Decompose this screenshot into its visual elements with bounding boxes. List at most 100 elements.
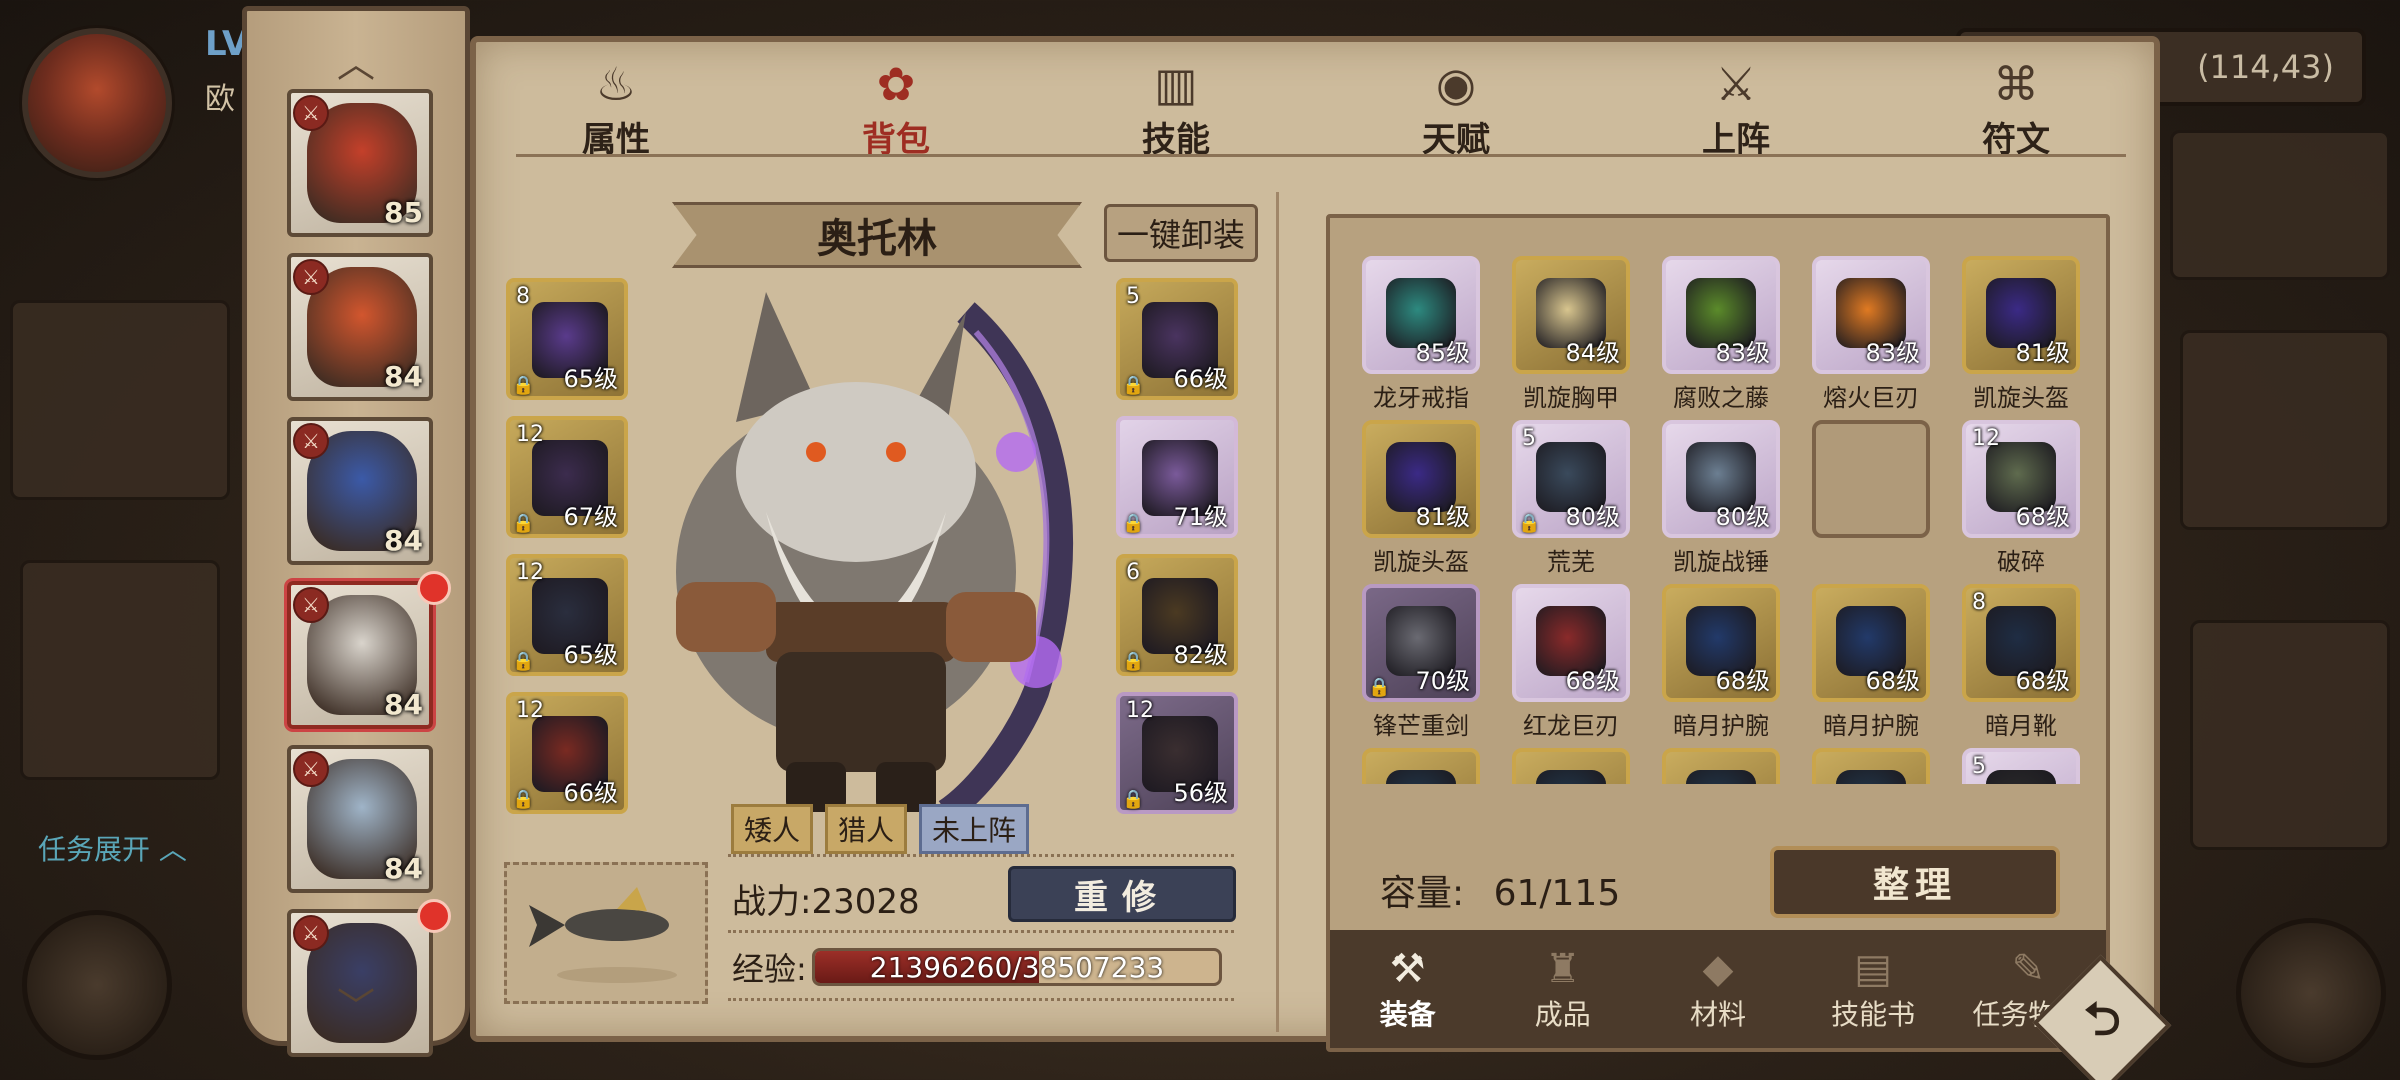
- inventory-cell[interactable]: 84级 凯旋胸甲: [1512, 256, 1630, 413]
- quest-expand-toggle[interactable]: 任务展开 ︿: [38, 828, 187, 868]
- tab-rune[interactable]: ⌘ 符文: [1916, 56, 2116, 166]
- tab-backpack[interactable]: ✿ 背包: [796, 56, 996, 166]
- tab-eye[interactable]: ◉ 天赋: [1356, 56, 1556, 166]
- inventory-cell[interactable]: 68级 暗月护腕: [1812, 584, 1930, 741]
- inventory-tab[interactable]: ♜ 成品: [1488, 945, 1638, 1033]
- inventory-item-icon: [1986, 770, 2056, 784]
- inventory-cell[interactable]: 81级 凯旋头盔: [1962, 256, 2080, 413]
- item-level: 65级: [563, 365, 618, 393]
- tab-flame[interactable]: ♨ 属性: [516, 56, 716, 166]
- scroll-down-icon[interactable]: ﹀: [247, 976, 465, 1031]
- item-level: 68级: [1865, 667, 1920, 695]
- inventory-cell[interactable]: 5 80级 🔒 荒芜: [1512, 420, 1630, 577]
- lock-icon: 🔒: [1518, 513, 1541, 534]
- item-count: 8: [1972, 590, 1986, 615]
- equipment-slot[interactable]: 12 67级 🔒: [506, 416, 628, 538]
- item-level: 68级: [2015, 503, 2070, 531]
- inventory-cell[interactable]: 68级 红龙巨刃: [1512, 584, 1630, 741]
- equipment-slot[interactable]: 12 65级 🔒: [506, 554, 628, 676]
- inventory-grid[interactable]: 85级 龙牙戒指 84级 凯旋胸甲 83级腐败之藤 83级 熔火巨刃 81级 凯旋头盔 81级 凯旋…: [1362, 256, 2092, 784]
- equipment-slot[interactable]: 12 66级 🔒: [506, 692, 628, 814]
- item-level: 68级: [1565, 667, 1620, 695]
- item-level: 66级: [563, 779, 618, 807]
- hero-card[interactable]: ⚔ 84: [287, 417, 433, 565]
- inventory-item[interactable]: 83级: [1812, 256, 1930, 374]
- inventory-cell[interactable]: [1812, 748, 1930, 784]
- item-level: 81级: [2015, 339, 2070, 367]
- inventory-tab[interactable]: ▤ 技能书: [1798, 945, 1948, 1033]
- town-button[interactable]: [2236, 918, 2386, 1068]
- inventory-item[interactable]: 68级: [1662, 584, 1780, 702]
- tab-book[interactable]: ▥ 技能: [1076, 56, 1276, 166]
- lock-icon: 🔒: [1368, 677, 1391, 698]
- inventory-cell[interactable]: [1662, 748, 1780, 784]
- inventory-cell[interactable]: 83级腐败之藤: [1662, 256, 1780, 413]
- inventory-item[interactable]: 68级: [1512, 584, 1630, 702]
- panel-divider: [1276, 192, 1279, 1032]
- inventory-item[interactable]: [1812, 420, 1930, 538]
- eye-icon: ◉: [1435, 57, 1477, 111]
- inventory-item-icon: [1836, 770, 1906, 784]
- item-level: 81级: [1415, 503, 1470, 531]
- tab-crossed-swords[interactable]: ⚔ 上阵: [1636, 56, 1836, 166]
- inventory-cell[interactable]: 5🔒: [1962, 748, 2080, 784]
- equipment-slot[interactable]: 8 65级 🔒: [506, 278, 628, 400]
- inventory-item[interactable]: 83级: [1662, 256, 1780, 374]
- inventory-item[interactable]: [1362, 748, 1480, 784]
- hero-roster[interactable]: ︿ ⚔ 85 ⚔ 84 ⚔ 84 ⚔ 84 ⚔ 84 ⚔ ﹀: [242, 6, 470, 1057]
- hammer-icon: ⚒: [1389, 946, 1426, 992]
- inventory-item[interactable]: 70级 🔒: [1362, 584, 1480, 702]
- inventory-item[interactable]: 8 68级: [1962, 584, 2080, 702]
- quest-toggle-label: 任务展开: [38, 833, 151, 866]
- inventory-cell[interactable]: 81级 凯旋头盔: [1362, 420, 1480, 577]
- inventory-cell[interactable]: [1362, 748, 1480, 784]
- hero-card[interactable]: ⚔ 84: [287, 581, 433, 729]
- inventory-item[interactable]: 81级: [1962, 256, 2080, 374]
- inventory-cell[interactable]: 68级 暗月护腕: [1662, 584, 1780, 741]
- item-name: 腐败之藤: [1673, 384, 1769, 412]
- hero-card[interactable]: ⚔ 84: [287, 745, 433, 893]
- exp-text: 21396260/38507233: [869, 950, 1165, 984]
- inventory-cell[interactable]: 83级 熔火巨刃: [1812, 256, 1930, 413]
- item-level: 66级: [1173, 365, 1228, 393]
- inventory-cell[interactable]: 12 68级 破碎: [1962, 420, 2080, 577]
- inventory-tab[interactable]: ◆ 材料: [1643, 945, 1793, 1033]
- item-count: 12: [516, 422, 544, 447]
- map-button[interactable]: [22, 910, 172, 1060]
- inventory-cell[interactable]: 85级 龙牙戒指: [1362, 256, 1480, 413]
- inventory-cell[interactable]: 8 68级 暗月靴: [1962, 584, 2080, 741]
- item-level: 84级: [1565, 339, 1620, 367]
- notification-dot: [417, 571, 451, 605]
- inventory-item[interactable]: [1662, 748, 1780, 784]
- inventory-item[interactable]: 68级: [1812, 584, 1930, 702]
- reforge-button[interactable]: 重修: [1008, 866, 1236, 922]
- coordinates-text: (114,43): [2197, 48, 2334, 86]
- stat-rule-mid: [728, 930, 1234, 933]
- scroll-up-icon[interactable]: ︿: [247, 33, 465, 88]
- inventory-item-icon: [1536, 770, 1606, 784]
- hero-level: 84: [384, 852, 423, 885]
- inventory-item[interactable]: 80级: [1662, 420, 1780, 538]
- inventory-cell[interactable]: 70级 🔒 锋芒重剑: [1362, 584, 1480, 741]
- inventory-capacity: 容量: 61/115: [1380, 864, 1620, 916]
- inventory-item[interactable]: 84级: [1512, 256, 1630, 374]
- hero-card[interactable]: ⚔ 85: [287, 89, 433, 237]
- inventory-cell[interactable]: [1512, 748, 1630, 784]
- inventory-cell[interactable]: [1812, 420, 1930, 538]
- unequip-all-button[interactable]: 一键卸装: [1104, 204, 1258, 262]
- hero-card[interactable]: ⚔ 84: [287, 253, 433, 401]
- sort-button[interactable]: 整理: [1770, 846, 2060, 918]
- inventory-cell[interactable]: 80级 凯旋战锤: [1662, 420, 1780, 577]
- inventory-item[interactable]: [1512, 748, 1630, 784]
- inventory-item[interactable]: 81级: [1362, 420, 1480, 538]
- inventory-item[interactable]: [1812, 748, 1930, 784]
- inventory-item[interactable]: 12 68级: [1962, 420, 2080, 538]
- item-level: 85级: [1415, 339, 1470, 367]
- item-level: 83级: [1865, 339, 1920, 367]
- inventory-tab[interactable]: ⚒ 装备: [1333, 945, 1483, 1033]
- inventory-item[interactable]: 5 80级 🔒: [1512, 420, 1630, 538]
- player-avatar[interactable]: [22, 28, 172, 178]
- pet-slot[interactable]: [504, 862, 708, 1004]
- inventory-item[interactable]: 5🔒: [1962, 748, 2080, 784]
- inventory-item[interactable]: 85级: [1362, 256, 1480, 374]
